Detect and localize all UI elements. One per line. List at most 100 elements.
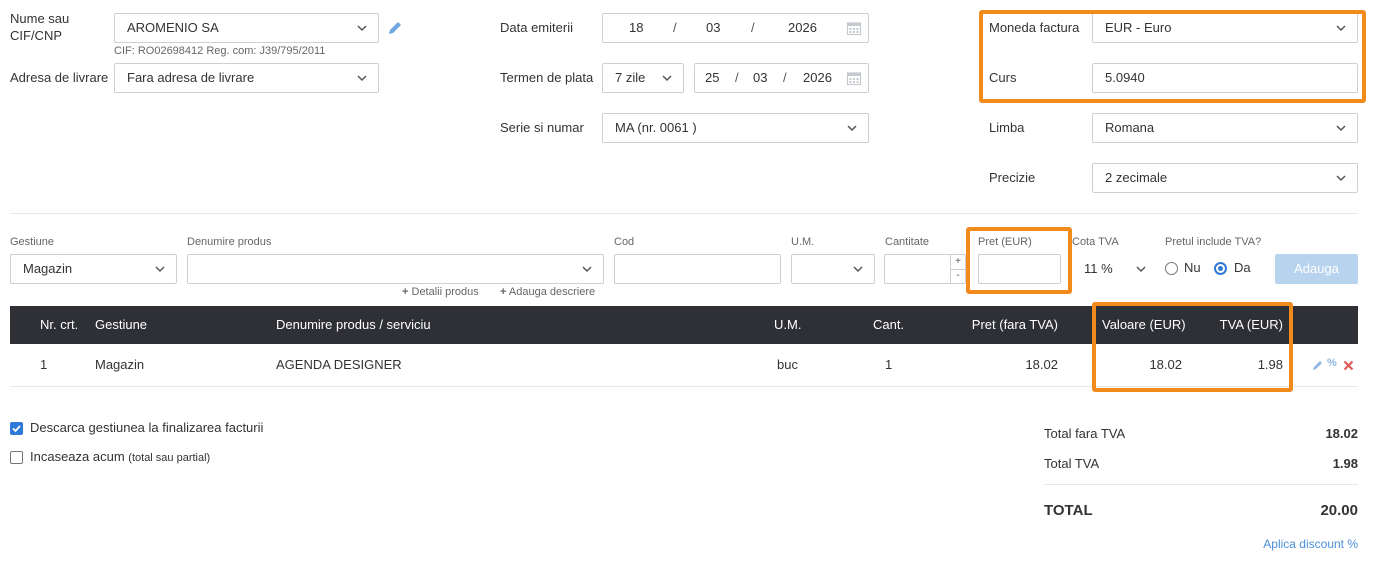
edit-pencil-icon[interactable] (1312, 359, 1324, 371)
col-nr: Nr. crt. (40, 317, 79, 332)
col-qty: Cant. (873, 317, 905, 332)
row-stock: Magazin (95, 357, 145, 372)
series-number-select[interactable]: MA (nr. 0061 ) (602, 113, 869, 143)
row-price: 18.02 (1025, 357, 1058, 372)
totals-divider (1044, 484, 1358, 485)
payment-term-value: 7 zile (615, 70, 646, 85)
client-name-label: Nume sau CIF/CNP (10, 11, 70, 43)
col-um: U.M. (774, 317, 802, 332)
series-number-value: MA (nr. 0061 ) (615, 120, 697, 135)
chevron-down-icon (354, 64, 368, 92)
total-net-value: 18.02 (1325, 426, 1358, 441)
highlight-currency-rate (979, 10, 1366, 103)
col-stock: Gestiune (95, 317, 148, 332)
vat-included-no-radio[interactable] (1165, 262, 1178, 275)
plus-icon: + (500, 286, 507, 298)
stock-value: Magazin (23, 261, 73, 276)
row-um: buc (777, 357, 798, 372)
product-name-select[interactable] (187, 254, 604, 284)
product-details-text: Detalii produs (411, 286, 479, 298)
stock-label: Gestiune (10, 236, 55, 248)
product-name-label: Denumire produs (187, 236, 272, 248)
client-cif-info: CIF: RO02698412 Reg. com: J39/795/2011 (114, 45, 326, 57)
discharge-stock-checkbox[interactable] (10, 422, 23, 435)
quantity-stepper[interactable]: + - (884, 254, 966, 284)
precision-select[interactable]: 2 zecimale (1092, 163, 1358, 193)
price-includes-vat-label: Pretul include TVA? (1165, 236, 1262, 248)
discount-percent-icon[interactable]: % (1327, 357, 1337, 369)
vat-rate-value: 11 % (1084, 261, 1113, 276)
add-description-link[interactable]: + Adauga descriere (500, 286, 595, 298)
add-product-button[interactable]: Adauga (1275, 254, 1358, 284)
date-separator: / (735, 70, 739, 85)
total-net-label: Total fara TVA (1044, 426, 1126, 441)
chevron-down-icon (152, 255, 166, 283)
client-select[interactable]: AROMENIO SA (114, 13, 379, 43)
client-select-value: AROMENIO SA (127, 20, 219, 35)
chevron-down-icon (1333, 114, 1347, 142)
collect-now-text: Incaseaza acum (30, 449, 125, 464)
collect-now-checkbox[interactable] (10, 451, 23, 464)
language-value: Romana (1105, 120, 1155, 135)
language-select[interactable]: Romana (1092, 113, 1358, 143)
date-separator: / (751, 20, 755, 35)
issue-date-label: Data emiterii (500, 20, 573, 35)
date-separator: / (673, 20, 677, 35)
row-product-name: AGENDA DESIGNER (276, 357, 402, 372)
highlight-value-vat (1092, 302, 1293, 392)
um-label: U.M. (791, 236, 815, 248)
vat-included-yes-radio[interactable] (1214, 262, 1227, 275)
total-vat-label: Total TVA (1044, 456, 1100, 471)
quantity-increment-button[interactable]: + (950, 255, 965, 270)
delivery-address-value: Fara adresa de livrare (127, 70, 255, 85)
vat-included-no-label: Nu (1184, 260, 1201, 275)
chevron-down-icon (659, 64, 673, 92)
row-nr: 1 (40, 357, 48, 372)
chevron-down-icon (354, 14, 368, 42)
series-number-label: Serie si numar (500, 120, 584, 135)
quantity-label: Cantitate (885, 236, 930, 248)
delete-icon[interactable] (1343, 359, 1354, 371)
edit-pencil-icon[interactable] (387, 20, 403, 36)
due-date-input[interactable]: 25 / 03 / 2026 (694, 63, 869, 93)
product-details-link[interactable]: + Detalii produs (402, 286, 479, 298)
chevron-down-icon (1333, 164, 1347, 192)
quantity-decrement-button[interactable]: - (950, 269, 965, 283)
plus-icon: + (402, 286, 409, 298)
issue-day: 18 (629, 20, 644, 35)
stock-select[interactable]: Magazin (10, 254, 177, 284)
calendar-icon[interactable] (846, 20, 862, 36)
chevron-down-icon (844, 114, 858, 142)
highlight-price (966, 227, 1072, 294)
due-month: 03 (753, 70, 768, 85)
add-description-text: Adauga descriere (508, 286, 596, 298)
apply-discount-link[interactable]: Aplica discount % (1263, 537, 1358, 551)
collect-now-note: (total sau partial) (128, 452, 211, 464)
grand-total-label: TOTAL (1044, 502, 1093, 519)
language-label: Limba (989, 120, 1025, 135)
due-day: 25 (705, 70, 720, 85)
chevron-down-icon (850, 255, 864, 283)
vat-rate-label: Cota TVA (1072, 236, 1119, 248)
calendar-icon[interactable] (846, 70, 862, 86)
delivery-address-label: Adresa de livrare (10, 70, 109, 85)
code-label: Cod (614, 236, 635, 248)
precision-label: Precizie (989, 170, 1036, 185)
grand-total-value: 20.00 (1320, 502, 1358, 519)
delivery-address-select[interactable]: Fara adresa de livrare (114, 63, 379, 93)
payment-term-select[interactable]: 7 zile (602, 63, 684, 93)
chevron-down-icon (1135, 254, 1147, 284)
date-separator: / (783, 70, 787, 85)
col-price: Pret (fara TVA) (971, 317, 1058, 332)
payment-term-label: Termen de plata (500, 70, 594, 85)
chevron-down-icon (579, 255, 593, 283)
vat-included-yes-label: Da (1234, 260, 1251, 275)
issue-month: 03 (706, 20, 721, 35)
code-input[interactable] (614, 254, 781, 284)
um-select[interactable] (791, 254, 875, 284)
col-product-name: Denumire produs / serviciu (276, 317, 431, 332)
issue-year: 2026 (788, 20, 817, 35)
issue-date-input[interactable]: 18 / 03 / 2026 (602, 13, 869, 43)
vat-rate-select[interactable]: 11 % (1072, 254, 1155, 284)
precision-value: 2 zecimale (1105, 170, 1168, 185)
